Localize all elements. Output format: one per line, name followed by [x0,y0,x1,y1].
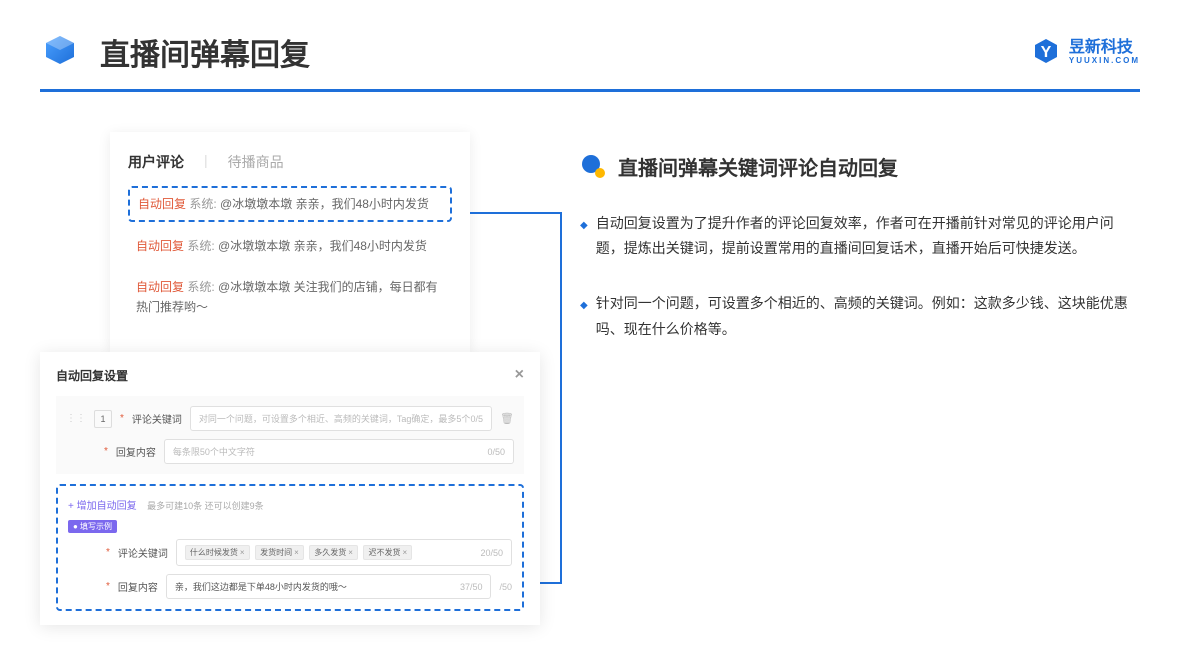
required-star: * [106,581,110,592]
tab-user-comments[interactable]: 用户评论 [128,152,184,172]
section-header: 直播间弹幕关键词评论自动回复 [580,152,1140,181]
svg-text:Y: Y [1041,44,1052,61]
brand-icon: Y [1031,37,1061,67]
system-tag: 系统: [187,239,214,253]
keyword-label: 评论关键词 [118,545,168,560]
brand-sub: YUUXIN.COM [1069,56,1140,65]
tabs: 用户评论 | 待播商品 [128,152,452,172]
drag-handle-icon[interactable]: ⋮⋮ [66,413,86,424]
add-hint: 最多可建10条 还可以创建9条 [147,501,264,511]
keyword-tag[interactable]: 什么时候发货× [185,545,250,560]
comments-card: 用户评论 | 待播商品 自动回复 系统: @冰墩墩本墩 亲亲，我们48小时内发货… [110,132,470,352]
main-content: 用户评论 | 待播商品 自动回复 系统: @冰墩墩本墩 亲亲，我们48小时内发货… [0,92,1180,412]
char-counter: 0/50 [487,447,505,457]
section-title: 直播间弹幕关键词评论自动回复 [618,152,898,181]
auto-reply-tag: 自动回复 [136,239,184,253]
bullet-text: 自动回复设置为了提升作者的评论回复效率，作者可在开播前针对常见的评论用户问题，提… [596,211,1140,261]
comment-text: @冰墩墩本墩 亲亲，我们48小时内发货 [220,197,429,211]
content-value: 亲，我们这边都是下单48小时内发货的哦～ [175,580,347,593]
placeholder-text: 每条限50个中文字符 [173,445,255,458]
page-title: 直播间弹幕回复 [100,30,310,74]
modal-header: 自动回复设置 × [56,366,524,396]
keyword-label: 评论关键词 [132,411,182,426]
example-content-row: * 回复内容 亲，我们这边都是下单48小时内发货的哦～ 37/50 /50 [106,574,512,599]
example-content-input[interactable]: 亲，我们这边都是下单48小时内发货的哦～ 37/50 [166,574,492,599]
keyword-row: ⋮⋮ 1 * 评论关键词 对同一个问题，可设置多个相近、高频的关键词，Tag确定… [66,406,514,431]
right-column: 直播间弹幕关键词评论自动回复 ◆ 自动回复设置为了提升作者的评论回复效率，作者可… [580,132,1140,372]
tag-remove-icon: × [294,548,299,557]
diamond-icon: ◆ [580,297,588,341]
close-icon[interactable]: × [515,366,524,384]
char-counter: 37/50 [460,582,483,592]
bullet-item: ◆ 针对同一个问题，可设置多个相近的、高频的关键词。例如：这款多少钱、这块能优惠… [580,291,1140,341]
chat-bubble-icon [580,153,608,181]
trash-icon[interactable]: 🗑 [500,412,514,425]
tag-remove-icon: × [348,548,353,557]
content-label: 回复内容 [118,579,158,594]
tag-remove-icon: × [402,548,407,557]
tab-pending-products[interactable]: 待播商品 [228,152,284,172]
content-row: * 回复内容 每条限50个中文字符 0/50 [104,439,514,464]
connector-line [560,212,562,582]
bullet-text: 针对同一个问题，可设置多个相近的、高频的关键词。例如：这款多少钱、这块能优惠吗、… [596,291,1140,341]
auto-reply-settings-modal: 自动回复设置 × ⋮⋮ 1 * 评论关键词 对同一个问题，可设置多个相近、高频的… [40,352,540,625]
keyword-tag[interactable]: 发货时间× [255,545,304,560]
example-keyword-input[interactable]: 什么时候发货× 发货时间× 多久发货× 迟不发货× 20/50 [176,539,512,566]
keyword-input[interactable]: 对同一个问题，可设置多个相近、高频的关键词，Tag确定，最多5个 0/5 [190,406,492,431]
required-star: * [120,413,124,424]
example-keyword-row: * 评论关键词 什么时候发货× 发货时间× 多久发货× 迟不发货× 20/50 [106,539,512,566]
tag-remove-icon: × [240,548,245,557]
left-column: 用户评论 | 待播商品 自动回复 系统: @冰墩墩本墩 亲亲，我们48小时内发货… [40,132,540,372]
content-label: 回复内容 [116,444,156,459]
diamond-icon: ◆ [580,217,588,261]
add-auto-reply-link[interactable]: + 增加自动回复 [68,501,137,512]
brand-name: 昱新科技 [1069,39,1140,57]
char-counter: 0/5 [471,414,484,424]
comment-row: 自动回复 系统: @冰墩墩本墩 关注我们的店铺，每日都有热门推荐哟～ [128,271,452,324]
bullet-item: ◆ 自动回复设置为了提升作者的评论回复效率，作者可在开播前针对常见的评论用户问题… [580,211,1140,261]
brand-logo: Y 昱新科技 YUUXIN.COM [1031,37,1140,67]
auto-reply-tag: 自动回复 [138,197,186,211]
required-star: * [104,446,108,457]
keyword-tag[interactable]: 迟不发货× [363,545,412,560]
comment-text: @冰墩墩本墩 亲亲，我们48小时内发货 [218,239,427,253]
tab-separator: | [204,152,208,172]
keyword-tag[interactable]: 多久发货× [309,545,358,560]
form-group: ⋮⋮ 1 * 评论关键词 对同一个问题，可设置多个相近、高频的关键词，Tag确定… [56,396,524,474]
example-group: + 增加自动回复 最多可建10条 还可以创建9条 ● 填写示例 * 评论关键词 … [56,484,524,611]
row-number: 1 [94,410,112,428]
content-input[interactable]: 每条限50个中文字符 0/50 [164,439,514,464]
add-auto-reply-row: + 增加自动回复 最多可建10条 还可以创建9条 [68,496,512,514]
modal-title: 自动回复设置 [56,367,128,384]
page-header: 直播间弹幕回复 Y 昱新科技 YUUXIN.COM [0,0,1180,89]
extra-counter: /50 [499,582,512,592]
auto-reply-tag: 自动回复 [136,280,184,294]
char-counter: 20/50 [480,548,503,558]
connector-line [470,212,560,214]
comment-row: 自动回复 系统: @冰墩墩本墩 亲亲，我们48小时内发货 [128,230,452,262]
placeholder-text: 对同一个问题，可设置多个相近、高频的关键词，Tag确定，最多5个 [199,412,471,425]
comment-row-highlighted: 自动回复 系统: @冰墩墩本墩 亲亲，我们48小时内发货 [128,186,452,222]
cube-icon [40,32,80,72]
required-star: * [106,547,110,558]
example-badge: ● 填写示例 [68,520,117,533]
system-tag: 系统: [189,197,216,211]
system-tag: 系统: [187,280,214,294]
tag-list: 什么时候发货× 发货时间× 多久发货× 迟不发货× [185,545,415,560]
